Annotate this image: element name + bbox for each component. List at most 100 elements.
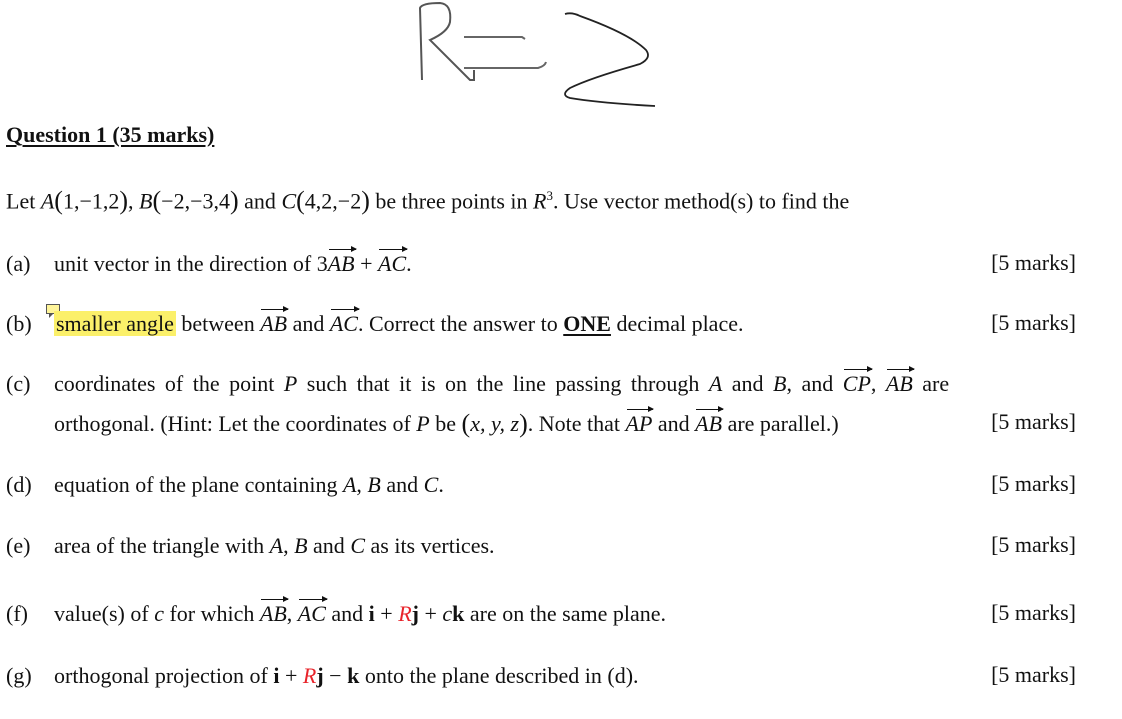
- part-label: (g): [6, 663, 32, 688]
- parameter-r: R: [398, 601, 412, 626]
- part-e: (e) area of the triangle with A, B and C …: [6, 532, 495, 560]
- intro-text: be three points in: [375, 188, 528, 214]
- comma: ,: [356, 472, 368, 497]
- part-text-7: . Note that: [527, 411, 626, 436]
- point-c: C: [350, 533, 365, 558]
- point-p: P: [416, 411, 430, 436]
- coords-c: 4,2,−2: [304, 188, 362, 214]
- vector-ac: AC: [378, 246, 409, 276]
- comma: ,: [286, 601, 298, 626]
- and-text: and: [652, 411, 696, 436]
- part-text: between: [175, 311, 261, 336]
- minus-sign: −: [323, 663, 348, 688]
- part-text: unit vector in the direction of 3: [54, 251, 328, 276]
- comma: ,: [870, 371, 886, 396]
- part-a: (a) unit vector in the direction of 3AB +…: [6, 246, 412, 278]
- point-c: C: [423, 472, 439, 497]
- vector-ab: AB: [885, 366, 915, 396]
- vector-ab: AB: [695, 406, 724, 436]
- part-text: value(s) of: [54, 601, 155, 626]
- vector-ac: AC: [329, 306, 361, 336]
- part-text-2: . Correct the answer to: [357, 311, 564, 336]
- part-f: (f) value(s) of c for which AB, AC and i …: [6, 596, 666, 628]
- handwriting-equals-bottom: [464, 61, 547, 69]
- unit-k: k: [347, 663, 360, 688]
- plus-sign: +: [418, 601, 443, 626]
- vector-ab: AB: [259, 596, 289, 626]
- point-b: B: [139, 188, 153, 214]
- variable-c: c: [442, 601, 453, 626]
- point-b: B: [367, 472, 381, 497]
- point-a: A: [40, 188, 55, 214]
- marks-g: [5 marks]: [991, 662, 1076, 687]
- point-c: C: [281, 188, 297, 214]
- marks-d: [5 marks]: [991, 471, 1076, 496]
- unit-k: k: [452, 601, 465, 626]
- space-symbol: R: [533, 188, 547, 214]
- part-text: equation of the plane containing: [54, 472, 343, 497]
- part-text-2: as its vertices.: [365, 533, 495, 558]
- emphasis-one: ONE: [563, 311, 611, 336]
- part-text-4: are: [912, 371, 950, 396]
- part-text-3: , and: [786, 371, 843, 396]
- marks-b: [5 marks]: [991, 310, 1076, 335]
- highlighted-text[interactable]: smaller angle: [54, 311, 176, 336]
- part-text-2: for which: [163, 601, 260, 626]
- point-a: A: [708, 371, 723, 396]
- plus-sign: +: [279, 663, 303, 688]
- point-p: P: [283, 371, 298, 396]
- point-b: B: [294, 533, 308, 558]
- point-a: A: [269, 533, 284, 558]
- unit-j: j: [411, 601, 419, 626]
- part-text-2: such that it is on the line passing thro…: [297, 371, 709, 396]
- variable-c: c: [154, 601, 164, 626]
- parameter-r: R: [302, 663, 317, 688]
- part-label: (d): [6, 472, 32, 497]
- part-text-5: orthogonal. (Hint: Let the coordinates o…: [54, 411, 417, 436]
- vector-ac: AC: [297, 596, 329, 626]
- intro-let: Let: [6, 188, 36, 214]
- marks-f: [5 marks]: [991, 600, 1076, 625]
- vector-ap: AP: [625, 406, 655, 436]
- handwriting-equals-top: [464, 36, 526, 40]
- part-text: area of the triangle with: [54, 533, 270, 558]
- part-text-3: decimal place.: [610, 311, 744, 336]
- vector-ab: AB: [260, 306, 289, 336]
- unit-j: j: [316, 663, 324, 688]
- period: .: [438, 472, 444, 497]
- comma: ,: [283, 533, 295, 558]
- and-text: and: [722, 371, 774, 396]
- part-label: (b): [6, 311, 32, 336]
- coords-a: 1,−1,2: [62, 188, 120, 214]
- marks-e: [5 marks]: [991, 532, 1076, 557]
- part-text: orthogonal projection of: [54, 663, 274, 688]
- vector-ab: AB: [327, 246, 357, 276]
- question-intro: Let A(1,−1,2), B(−2,−3,4) and C(4,2,−2) …: [6, 186, 850, 216]
- coords-xyz: x, y, z: [470, 411, 520, 436]
- plus-sign: +: [354, 251, 379, 276]
- part-c-line-1: (c) coordinates of the point P such that …: [6, 366, 1078, 398]
- point-b: B: [773, 371, 787, 396]
- handwriting-2: [564, 12, 656, 107]
- and-text: and: [287, 311, 330, 336]
- and-text: and: [325, 601, 369, 626]
- question-title: Question 1 (35 marks): [6, 122, 215, 147]
- part-label: (c): [6, 371, 31, 396]
- handwritten-annotation: [418, 1, 656, 107]
- part-b: (b) smaller angle between AB and AC. Corr…: [6, 306, 744, 338]
- part-d: (d) equation of the plane containing A, B…: [6, 471, 444, 499]
- marks-c: [5 marks]: [991, 409, 1076, 434]
- part-label: (a): [6, 251, 31, 276]
- part-text: coordinates of the point: [54, 371, 284, 396]
- part-text-8: are parallel.): [722, 411, 839, 436]
- marks-a: [5 marks]: [991, 250, 1076, 275]
- coords-b: −2,−3,4: [161, 188, 230, 214]
- part-text-2: onto the plane described in (d).: [359, 663, 639, 688]
- part-label: (e): [6, 533, 31, 558]
- part-c-line-2: orthogonal. (Hint: Let the coordinates o…: [54, 406, 839, 438]
- intro-text-2: . Use vector method(s) to find the: [552, 188, 850, 214]
- period: .: [406, 251, 412, 276]
- part-text-3: are on the same plane.: [464, 601, 666, 626]
- point-a: A: [342, 472, 357, 497]
- and-text: and: [380, 472, 424, 497]
